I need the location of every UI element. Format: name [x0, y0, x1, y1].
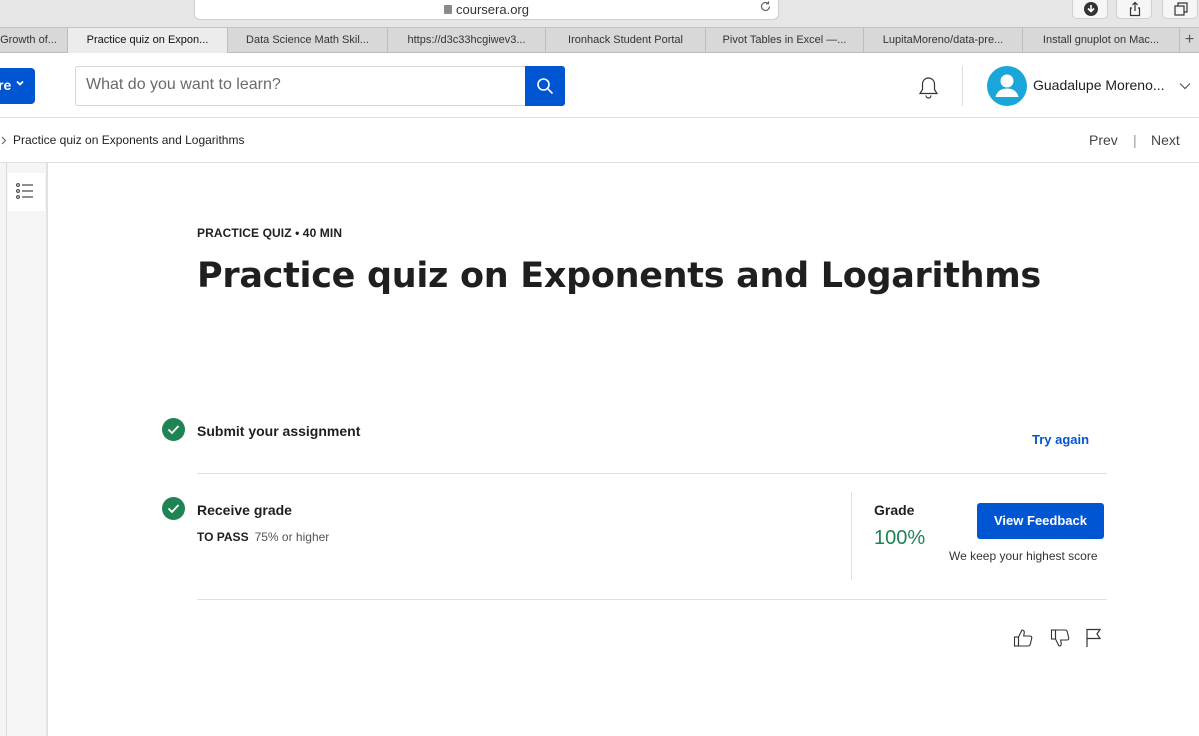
avatar[interactable]	[987, 66, 1027, 106]
tab-label: Practice quiz on Expon...	[86, 34, 209, 46]
share-button[interactable]	[1116, 0, 1152, 19]
try-again-link[interactable]: Try again	[1032, 432, 1089, 447]
grade-divider	[851, 492, 852, 580]
site-header: re Guadalupe Moreno...	[0, 53, 1199, 118]
nav-separator: |	[1133, 132, 1137, 148]
submit-step-title: Submit your assignment	[197, 423, 361, 439]
tab-label: LupitaMoreno/data-pre...	[882, 34, 1004, 46]
breadcrumb-current: Practice quiz on Exponents and Logarithm…	[13, 133, 245, 147]
tab-label: Growth of...	[0, 34, 57, 46]
check-icon	[167, 425, 180, 435]
check-icon	[167, 504, 180, 514]
submit-status-badge	[162, 418, 185, 441]
tab-label: https://d3c33hcgiwev3...	[407, 34, 526, 46]
download-icon	[1084, 2, 1098, 16]
tab-label: Install gnuplot on Mac...	[1042, 34, 1160, 46]
lock-icon	[444, 5, 452, 14]
view-feedback-button[interactable]: View Feedback	[977, 503, 1104, 539]
table-of-contents-button[interactable]	[8, 173, 45, 211]
pass-requirement: TO PASS 75% or higher	[197, 530, 329, 544]
search-icon	[537, 78, 554, 95]
header-divider	[962, 66, 963, 106]
user-icon	[995, 74, 1019, 97]
browser-tab-active[interactable]: Practice quiz on Expon...	[68, 28, 228, 53]
next-link[interactable]: Next	[1151, 132, 1180, 148]
page-title: Practice quiz on Exponents and Logarithm…	[197, 256, 1041, 296]
browser-toolbar: coursera.org	[0, 0, 1199, 27]
quiz-eyebrow: PRACTICE QUIZ • 40 MIN	[197, 226, 343, 240]
search-input[interactable]	[86, 76, 506, 94]
grade-status-badge	[162, 497, 185, 520]
explore-button[interactable]: re	[0, 68, 35, 104]
explore-label: re	[0, 77, 12, 93]
tab-label: Pivot Tables in Excel —...	[722, 34, 847, 46]
prev-link[interactable]: Prev	[1089, 132, 1118, 148]
browser-tab[interactable]: Data Science Math Skil...	[228, 28, 388, 53]
grade-step-title: Receive grade	[197, 502, 292, 518]
share-icon	[1129, 1, 1141, 17]
tab-label: Ironhack Student Portal	[568, 34, 683, 46]
to-pass-label: TO PASS	[197, 530, 249, 544]
address-bar[interactable]: coursera.org	[194, 0, 779, 20]
browser-tab[interactable]: Growth of...	[0, 28, 68, 53]
bell-icon[interactable]	[916, 75, 941, 100]
url-text: coursera.org	[456, 2, 529, 17]
reload-icon[interactable]	[759, 0, 772, 16]
divider	[197, 473, 1107, 474]
thumbs-down-icon[interactable]	[1049, 627, 1071, 649]
downloads-button[interactable]	[1072, 0, 1108, 19]
grade-label: Grade	[874, 502, 915, 518]
browser-tab[interactable]: Install gnuplot on Mac...	[1023, 28, 1180, 53]
thumbs-up-icon[interactable]	[1012, 627, 1034, 649]
highest-score-note: We keep your highest score	[949, 549, 1098, 563]
new-tab-button[interactable]: +	[1180, 28, 1199, 53]
search-box	[75, 66, 526, 106]
chevron-right-icon	[1, 136, 7, 145]
to-pass-value: 75% or higher	[254, 530, 330, 544]
user-name[interactable]: Guadalupe Moreno...	[1033, 77, 1165, 93]
grade-value: 100%	[874, 527, 926, 549]
rail-divider	[6, 163, 7, 736]
list-icon	[16, 183, 33, 199]
search-button[interactable]	[525, 66, 565, 106]
browser-tab[interactable]: Pivot Tables in Excel —...	[706, 28, 864, 53]
chevron-down-icon	[16, 80, 24, 86]
tabs-overview-icon	[1174, 2, 1188, 16]
browser-tab[interactable]: LupitaMoreno/data-pre...	[864, 28, 1023, 53]
tab-overview-button[interactable]	[1162, 0, 1198, 19]
chevron-down-icon[interactable]	[1179, 82, 1191, 90]
left-rail	[0, 163, 48, 736]
breadcrumb: Practice quiz on Exponents and Logarithm…	[0, 118, 1199, 163]
tab-bar: Growth of... Practice quiz on Expon... D…	[0, 27, 1199, 53]
divider	[197, 599, 1107, 600]
browser-tab[interactable]: Ironhack Student Portal	[546, 28, 706, 53]
browser-tab[interactable]: https://d3c33hcgiwev3...	[388, 28, 546, 53]
flag-icon[interactable]	[1084, 627, 1104, 649]
tab-label: Data Science Math Skil...	[246, 34, 369, 46]
